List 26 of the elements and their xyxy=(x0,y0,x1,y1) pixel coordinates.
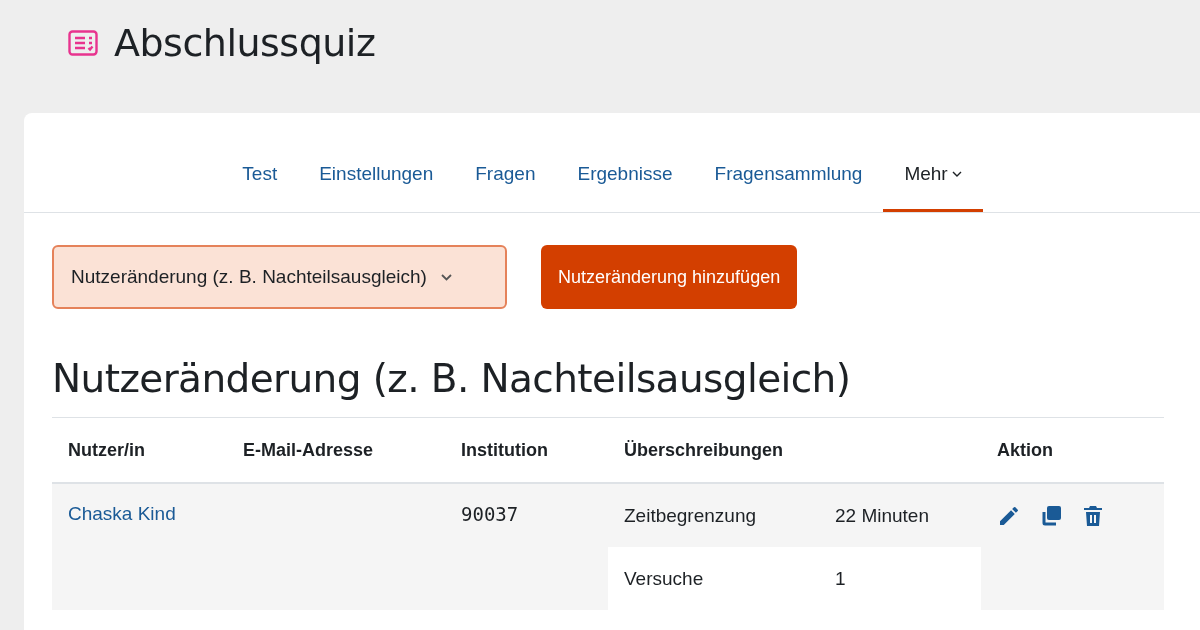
page-title: Abschlussquiz xyxy=(114,21,376,65)
column-header: Institution xyxy=(461,439,548,460)
nav-tab[interactable]: Einstellungen xyxy=(298,153,455,212)
nav-tab[interactable]: Mehr xyxy=(883,153,983,212)
override-setting: Versuche xyxy=(624,567,704,589)
table-cell: 90037 xyxy=(461,503,519,525)
column-header: Überschreibungen xyxy=(624,439,784,460)
mode-select[interactable]: Nutzeränderung (z. B. Nachteilsausgleich) xyxy=(52,245,507,309)
caret-icon xyxy=(951,171,962,177)
section-heading: Nutzeränderung (z. B. Nachteilsausgleich) xyxy=(52,351,1164,418)
nav-tab[interactable]: Fragen xyxy=(454,153,557,212)
override-value: 1 xyxy=(835,567,846,589)
add-override-button[interactable]: Nutzeränderung hinzufügen xyxy=(541,245,798,309)
nav-tab[interactable]: Ergebnisse xyxy=(556,153,694,212)
quiz-icon xyxy=(68,30,98,56)
column-header: Nutzer/in xyxy=(68,439,145,460)
nav-tab[interactable]: Test xyxy=(221,153,299,212)
override-setting: Zeitbegrenzung xyxy=(624,504,757,526)
override-value: 22 Minuten xyxy=(835,504,929,526)
delete-icon[interactable] xyxy=(1081,504,1105,528)
nav-tab[interactable]: Fragensammlung xyxy=(693,153,884,212)
user-link[interactable]: Chaska Kind xyxy=(68,503,176,524)
column-header: Aktion xyxy=(997,439,1053,460)
column-header: E-Mail-Adresse xyxy=(243,439,374,460)
edit-icon[interactable] xyxy=(997,504,1021,528)
caret-icon xyxy=(440,273,452,281)
